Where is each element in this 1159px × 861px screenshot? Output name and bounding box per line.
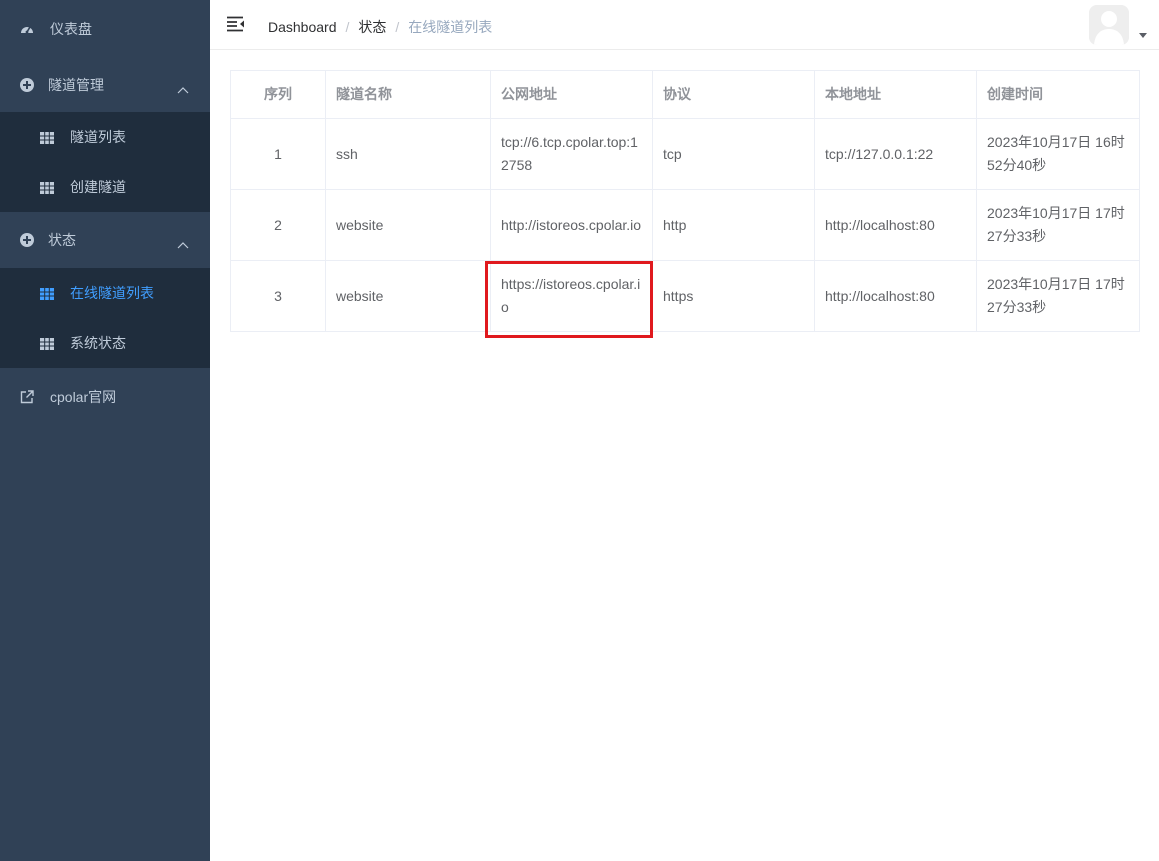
table-cell: https: [652, 260, 815, 332]
dashboard-icon: [20, 22, 34, 36]
table-cell: tcp://127.0.0.1:22: [814, 118, 977, 190]
table-icon: [40, 287, 54, 300]
avatar[interactable]: [1089, 5, 1129, 45]
sidebar-item-system-status[interactable]: 系统状态: [0, 318, 210, 368]
table-cell: 1: [230, 118, 326, 190]
hamburger-icon[interactable]: [227, 16, 245, 32]
table-cell: 2023年10月17日 17时27分33秒: [976, 189, 1140, 261]
chevron-up-icon: [177, 81, 189, 94]
sidebar: 仪表盘 隧道管理 隧道列表 创建隧道 状态 在线隧道列表 系统状态 cpolar…: [0, 0, 210, 861]
external-link-icon: [20, 390, 34, 404]
table-cell: website: [325, 260, 491, 332]
breadcrumb-separator: /: [395, 19, 400, 35]
breadcrumb-separator: /: [345, 19, 350, 35]
table-icon: [40, 181, 54, 194]
navbar: Dashboard / 状态 / 在线隧道列表: [210, 0, 1159, 50]
table-cell: tcp: [652, 118, 815, 190]
table-cell: http://istoreos.cpolar.io: [490, 189, 653, 261]
status-submenu: 在线隧道列表 系统状态: [0, 268, 210, 368]
breadcrumb: Dashboard / 状态 / 在线隧道列表: [268, 17, 492, 37]
sidebar-item-label: 创建隧道: [70, 179, 126, 195]
menu-dashboard-label: 仪表盘: [50, 21, 92, 37]
table-row: 1 ssh tcp://6.tcp.cpolar.top:12758 tcp t…: [230, 118, 1140, 190]
breadcrumb-status[interactable]: 状态: [358, 17, 386, 37]
menu-status-label: 状态: [48, 232, 76, 248]
caret-down-icon[interactable]: [1139, 33, 1147, 38]
tunnel-submenu: 隧道列表 创建隧道: [0, 112, 210, 212]
table-cell: website: [325, 189, 491, 261]
breadcrumb-dashboard[interactable]: Dashboard: [268, 19, 337, 35]
menu-tunnel-management[interactable]: 隧道管理: [0, 62, 210, 108]
sidebar-item-label: 系统状态: [70, 335, 126, 351]
sidebar-item-tunnel-list[interactable]: 隧道列表: [0, 112, 210, 162]
menu-cpolar-website[interactable]: cpolar官网: [0, 377, 210, 417]
table-cell: http://localhost:80: [814, 189, 977, 261]
sidebar-item-create-tunnel[interactable]: 创建隧道: [0, 162, 210, 212]
column-header: 本地地址: [814, 70, 977, 119]
table-cell: 2023年10月17日 17时27分33秒: [976, 260, 1140, 332]
table-row: 2 website http://istoreos.cpolar.io http…: [230, 189, 1140, 261]
user-avatar-icon: [1089, 5, 1129, 45]
table-icon: [40, 337, 54, 350]
table-cell: http://localhost:80: [814, 260, 977, 332]
chevron-up-icon: [177, 236, 189, 249]
table-cell: tcp://6.tcp.cpolar.top:12758: [490, 118, 653, 190]
table-cell: 2: [230, 189, 326, 261]
table-cell: http: [652, 189, 815, 261]
table-row: 3 website https://istoreos.cpolar.io htt…: [230, 260, 1140, 332]
table-cell: ssh: [325, 118, 491, 190]
table-header-row: 序列 隧道名称 公网地址 协议 本地地址 创建时间: [230, 70, 1140, 119]
menu-status[interactable]: 状态: [0, 217, 210, 263]
column-header: 协议: [652, 70, 815, 119]
menu-tunnel-management-label: 隧道管理: [48, 77, 104, 93]
sidebar-item-label: 隧道列表: [70, 129, 126, 145]
table-icon: [40, 131, 54, 144]
menu-cpolar-website-label: cpolar官网: [50, 389, 117, 405]
circle-plus-icon: [20, 78, 34, 92]
table-cell: 2023年10月17日 16时52分40秒: [976, 118, 1140, 190]
tunnel-table: 序列 隧道名称 公网地址 协议 本地地址 创建时间 1 ssh tcp://6.…: [230, 70, 1140, 332]
sidebar-item-online-tunnels[interactable]: 在线隧道列表: [0, 268, 210, 318]
table-cell: https://istoreos.cpolar.io: [490, 260, 653, 332]
column-header: 创建时间: [976, 70, 1140, 119]
table-cell: 3: [230, 260, 326, 332]
menu-dashboard[interactable]: 仪表盘: [0, 9, 210, 49]
column-header: 隧道名称: [325, 70, 491, 119]
circle-plus-icon: [20, 233, 34, 247]
breadcrumb-current: 在线隧道列表: [408, 19, 493, 35]
column-header: 公网地址: [490, 70, 653, 119]
column-header: 序列: [230, 70, 326, 119]
sidebar-item-label: 在线隧道列表: [70, 285, 154, 301]
